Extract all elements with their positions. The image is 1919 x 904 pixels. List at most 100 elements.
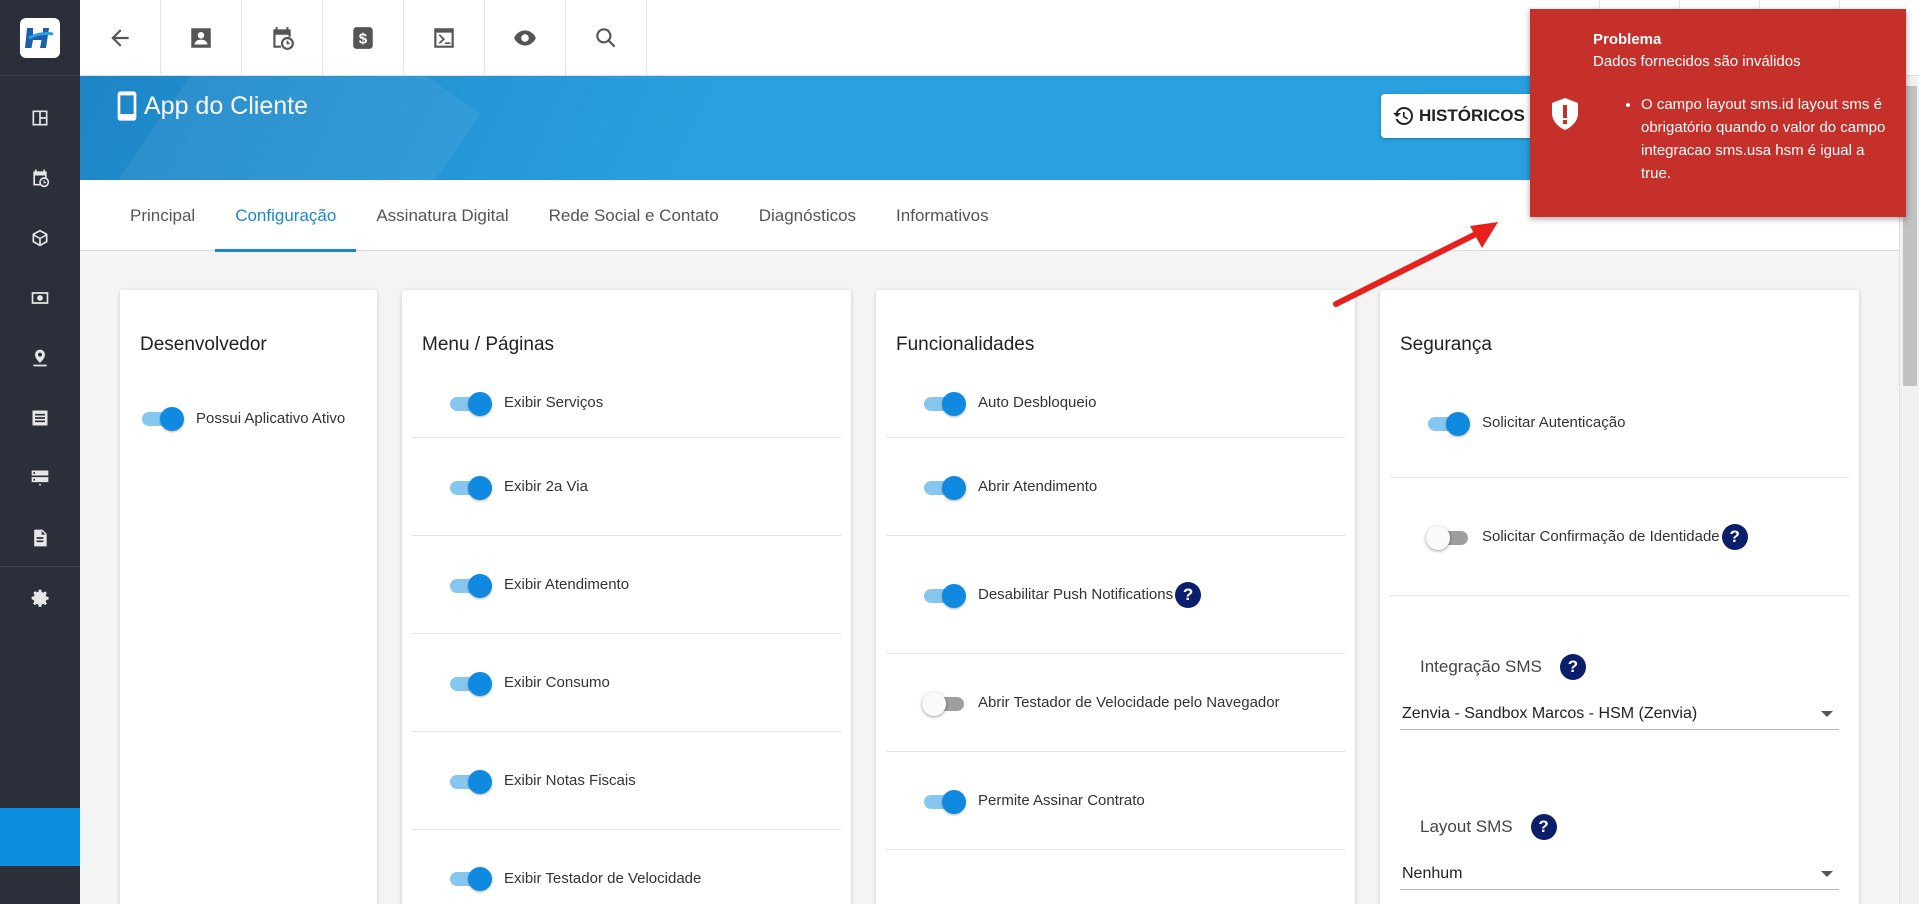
box-icon xyxy=(32,229,48,247)
setting-label: Permite Assinar Contrato xyxy=(978,792,1145,809)
toggle-desabilitar-push-notifications[interactable] xyxy=(922,583,966,608)
layout-sms-select[interactable]: Nenhum xyxy=(1400,858,1839,890)
list-icon xyxy=(32,410,48,426)
toggle-possui-aplicativo-ativo[interactable] xyxy=(140,407,184,431)
historicos-button[interactable]: HISTÓRICOS xyxy=(1381,94,1541,138)
history-icon xyxy=(1393,107,1413,125)
shield-alert-icon xyxy=(1552,98,1578,130)
sidebar-item-agenda[interactable] xyxy=(0,148,80,208)
layout-sms-label: Layout SMS ? xyxy=(1420,814,1557,840)
finance-button[interactable]: $ xyxy=(323,0,404,75)
setting-row: Solicitar Autenticação xyxy=(1390,368,1849,478)
sidebar-item-produtos[interactable] xyxy=(0,208,80,268)
setting-row: Abrir Testador de Velocidade pelo Navega… xyxy=(886,654,1345,752)
setting-row: Solicitar Confirmação de Identidade ? xyxy=(1390,478,1849,596)
setting-label: Possui Aplicativo Ativo xyxy=(196,409,346,427)
help-icon[interactable]: ? xyxy=(1721,523,1748,550)
toggle-auto-desbloqueio[interactable] xyxy=(922,391,966,416)
toggle-exibir-notas-fiscais[interactable] xyxy=(448,769,492,794)
preview-button[interactable] xyxy=(485,0,566,75)
mobile-phone-icon xyxy=(117,91,137,121)
sidebar-item-lista[interactable] xyxy=(0,388,80,448)
card-title: Segurança xyxy=(1400,334,1492,355)
setting-row: Desabilitar Push Notifications ? xyxy=(886,536,1345,654)
integracao-sms-label: Integração SMS ? xyxy=(1420,654,1586,680)
card-desenvolvedor: Desenvolvedor Possui Aplicativo Ativo xyxy=(120,290,377,904)
setting-label: Desabilitar Push Notifications xyxy=(978,586,1174,603)
chevron-down-icon xyxy=(1821,710,1833,717)
select-value: Zenvia - Sandbox Marcos - HSM (Zenvia) xyxy=(1402,704,1698,722)
setting-label: Solicitar Confirmação de Identidade xyxy=(1482,528,1720,545)
gear-icon xyxy=(31,589,49,607)
setting-row: Permite Assinar Contrato xyxy=(886,752,1345,850)
sidebar-item-dashboard[interactable] xyxy=(0,88,80,148)
app-logo[interactable] xyxy=(0,0,80,76)
sidebar-item-configuracoes[interactable] xyxy=(0,568,80,628)
schedule-button[interactable] xyxy=(242,0,323,75)
help-icon[interactable]: ? xyxy=(1175,581,1202,608)
integracao-sms-select[interactable]: Zenvia - Sandbox Marcos - HSM (Zenvia) xyxy=(1400,698,1839,730)
page-title: App do Cliente xyxy=(114,90,308,122)
setting-label: Auto Desbloqueio xyxy=(978,394,1097,411)
search-icon xyxy=(596,27,616,47)
setting-row: Exibir Testador de Velocidade xyxy=(412,860,841,896)
setting-label: Exibir 2a Via xyxy=(504,478,588,495)
field-label-text: Integração SMS xyxy=(1420,657,1542,676)
sidebar-divider xyxy=(0,566,80,567)
dashboard-icon xyxy=(32,110,48,126)
card-seguranca: Segurança Solicitar Autenticação Solicit… xyxy=(1380,290,1859,904)
toggle-abrir-atendimento[interactable] xyxy=(922,475,966,500)
dollar-icon: $ xyxy=(353,26,373,49)
setting-label: Exibir Notas Fiscais xyxy=(504,772,636,789)
tab-informativos[interactable]: Informativos xyxy=(876,180,1009,251)
tab-rede-social-contato[interactable]: Rede Social e Contato xyxy=(529,180,739,251)
toggle-solicitar-autenticacao[interactable] xyxy=(1426,411,1470,436)
search-button[interactable] xyxy=(566,0,647,75)
toggle-exibir-testador-velocidade[interactable] xyxy=(448,867,492,891)
annotation-arrow xyxy=(1333,222,1498,307)
sidebar-active-indicator[interactable] xyxy=(0,808,80,866)
tab-principal[interactable]: Principal xyxy=(110,180,215,251)
sidebar-item-mapa[interactable] xyxy=(0,328,80,388)
toggle-exibir-consumo[interactable] xyxy=(448,671,492,696)
setting-label: Solicitar Autenticação xyxy=(1482,414,1626,431)
sidebar-item-documentos[interactable] xyxy=(0,508,80,568)
setting-row: Possui Aplicativo Ativo xyxy=(130,400,367,436)
toggle-permite-assinar-contrato[interactable] xyxy=(922,789,966,814)
toast-title: Problema xyxy=(1593,31,1662,48)
contact-icon xyxy=(191,27,211,48)
field-label-text: Layout SMS xyxy=(1420,817,1513,836)
toggle-abrir-testador-velocidade-navegador[interactable] xyxy=(922,691,966,716)
setting-row: Abrir Atendimento xyxy=(886,438,1345,536)
money-icon xyxy=(31,292,49,304)
setting-label: Exibir Atendimento xyxy=(504,576,630,593)
tab-configuracao[interactable]: Configuração xyxy=(215,180,357,252)
sidebar xyxy=(0,0,80,904)
setting-label: Abrir Atendimento xyxy=(978,478,1098,495)
card-title: Desenvolvedor xyxy=(140,334,267,355)
tab-assinatura-digital[interactable]: Assinatura Digital xyxy=(356,180,528,251)
back-button[interactable] xyxy=(80,0,161,75)
toggle-solicitar-confirmacao-identidade[interactable] xyxy=(1426,525,1470,550)
calendar-clock-icon xyxy=(33,169,50,188)
toggle-exibir-atendimento[interactable] xyxy=(448,573,492,598)
tab-diagnosticos[interactable]: Diagnósticos xyxy=(739,180,876,251)
setting-row: Exibir Notas Fiscais xyxy=(412,732,841,830)
sidebar-item-servidores[interactable] xyxy=(0,448,80,508)
setting-row: Exibir 2a Via xyxy=(412,438,841,536)
toggle-exibir-servicos[interactable] xyxy=(448,391,492,416)
svg-text:$: $ xyxy=(359,30,368,47)
help-icon[interactable]: ? xyxy=(1559,654,1586,680)
setting-row: Auto Desbloqueio xyxy=(886,368,1345,438)
contact-button[interactable] xyxy=(161,0,242,75)
sidebar-item-financeiro[interactable] xyxy=(0,268,80,328)
terminal-button[interactable] xyxy=(404,0,485,75)
logo-mark xyxy=(20,17,60,58)
toggle-exibir-2a-via[interactable] xyxy=(448,475,492,500)
historicos-label: HISTÓRICOS xyxy=(1419,106,1525,125)
terminal-icon xyxy=(434,27,454,48)
card-title: Menu / Páginas xyxy=(422,334,555,355)
calendar-clock-icon xyxy=(273,26,294,50)
help-icon[interactable]: ? xyxy=(1530,814,1557,840)
error-toast[interactable]: Problema Dados fornecidos são inválidos … xyxy=(1530,9,1906,217)
